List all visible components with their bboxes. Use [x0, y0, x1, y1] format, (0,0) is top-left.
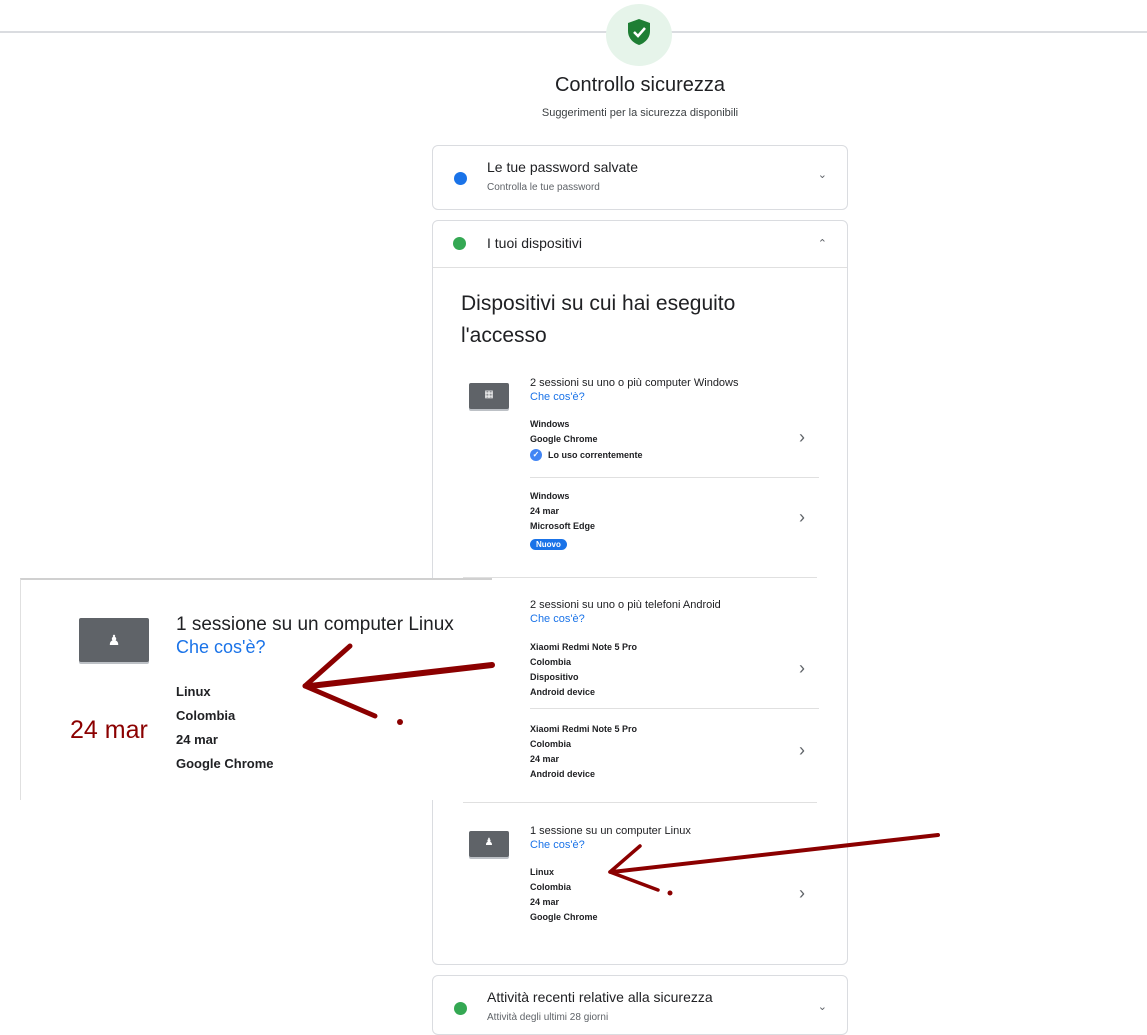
- security-badge: [606, 4, 672, 66]
- devices-card: I tuoi dispositivi ⌃ Dispositivi su cui …: [432, 220, 848, 965]
- session-row[interactable]: Xiaomi Redmi Note 5 Pro Colombia Disposi…: [530, 640, 819, 700]
- card-title: Attività recenti relative alla sicurezza: [487, 989, 713, 1005]
- session-location: Colombia: [530, 657, 572, 667]
- session-date: 24 mar: [530, 897, 560, 907]
- card-title[interactable]: I tuoi dispositivi: [487, 235, 582, 251]
- passwords-card[interactable]: Le tue password salvate Controlla le tue…: [432, 145, 848, 210]
- chevron-down-icon[interactable]: ⌄: [818, 168, 827, 181]
- session-date: 24 mar: [530, 506, 560, 516]
- card-title: Le tue password salvate: [487, 159, 638, 175]
- current-device-label: Lo uso correntemente: [548, 450, 643, 460]
- zoom-inset: ♟ 1 sessione su un computer Linux Che co…: [20, 578, 492, 800]
- annotation-text: 24 mar: [70, 716, 148, 744]
- status-dot: [454, 172, 467, 185]
- chevron-up-icon[interactable]: ⌃: [818, 237, 827, 250]
- divider: [530, 708, 819, 709]
- chevron-right-icon[interactable]: ›: [799, 740, 805, 761]
- page-subtitle: Suggerimenti per la sicurezza disponibil…: [541, 107, 739, 119]
- chevron-right-icon[interactable]: ›: [799, 427, 805, 448]
- linux-icon: ♟: [79, 618, 149, 662]
- chevron-right-icon[interactable]: ›: [799, 507, 805, 528]
- windows-group: ▦ 2 sessioni su uno o più computer Windo…: [463, 373, 819, 573]
- session-date: 24 mar: [530, 754, 560, 764]
- session-browser: Google Chrome: [530, 434, 598, 444]
- card-subtitle: Controlla le tue password: [487, 182, 600, 193]
- session-os: Linux: [530, 867, 554, 877]
- inset-location: Colombia: [176, 708, 236, 723]
- inset-browser: Google Chrome: [176, 756, 274, 771]
- inset-date: 24 mar: [176, 732, 218, 747]
- group-title: 1 sessione su un computer Linux: [530, 825, 691, 837]
- check-circle-icon: [453, 237, 466, 250]
- session-device: Xiaomi Redmi Note 5 Pro: [530, 642, 638, 652]
- check-icon: ✓: [530, 449, 542, 461]
- session-browser: Microsoft Edge: [530, 521, 596, 531]
- current-device-indicator: ✓ Lo uso correntemente: [530, 449, 819, 461]
- shield-icon: [628, 19, 650, 45]
- what-is-this-link[interactable]: Che cos'è?: [530, 391, 585, 403]
- divider: [433, 267, 847, 268]
- chevron-down-icon[interactable]: ⌄: [818, 1000, 827, 1013]
- inset-os: Linux: [176, 684, 211, 699]
- card-subtitle: Attività degli ultimi 28 giorni: [487, 1012, 609, 1023]
- group-title: 2 sessioni su uno o più computer Windows: [530, 377, 739, 389]
- linux-icon: ♟: [469, 831, 509, 857]
- check-circle-icon: [454, 1002, 467, 1015]
- page-title: Controllo sicurezza: [554, 74, 726, 96]
- session-browser: Google Chrome: [530, 912, 598, 922]
- session-location: Colombia: [530, 882, 572, 892]
- activity-card[interactable]: Attività recenti relative alla sicurezza…: [432, 975, 848, 1035]
- chevron-right-icon[interactable]: ›: [799, 883, 805, 904]
- inset-link: Che cos'è?: [176, 637, 266, 657]
- new-badge: Nuovo: [530, 539, 567, 550]
- top-bar: [0, 0, 1147, 33]
- linux-group: ♟ 1 sessione su un computer Linux Che co…: [463, 823, 819, 943]
- session-date: Dispositivo: [530, 672, 579, 682]
- session-type: Android device: [530, 769, 596, 779]
- group-title: 2 sessioni su uno o più telefoni Android: [530, 599, 721, 611]
- android-group: 2 sessioni su uno o più telefoni Android…: [463, 596, 819, 796]
- divider: [463, 802, 817, 803]
- session-device: Xiaomi Redmi Note 5 Pro: [530, 724, 638, 734]
- what-is-this-link[interactable]: Che cos'è?: [530, 613, 585, 625]
- windows-icon: ▦: [469, 383, 509, 409]
- chevron-right-icon[interactable]: ›: [799, 658, 805, 679]
- divider: [463, 577, 817, 578]
- section-title: Dispositivi su cui hai eseguito l'access…: [461, 292, 736, 347]
- session-location: Colombia: [530, 739, 572, 749]
- session-row[interactable]: Xiaomi Redmi Note 5 Pro Colombia 24 mar …: [530, 722, 819, 782]
- session-row[interactable]: Windows 24 mar Microsoft Edge Nuovo ›: [530, 489, 819, 559]
- what-is-this-link[interactable]: Che cos'è?: [530, 839, 585, 851]
- session-row[interactable]: Windows Google Chrome ✓ Lo uso correntem…: [530, 417, 819, 473]
- session-row[interactable]: Linux Colombia 24 mar Google Chrome ›: [530, 865, 819, 927]
- inset-lines: Linux Colombia 24 mar Google Chrome: [176, 680, 274, 776]
- divider: [530, 477, 819, 478]
- session-type: Android device: [530, 687, 596, 697]
- inset-title: 1 sessione su un computer Linux: [176, 614, 454, 635]
- session-os: Windows: [530, 491, 570, 501]
- session-os: Windows: [530, 419, 570, 429]
